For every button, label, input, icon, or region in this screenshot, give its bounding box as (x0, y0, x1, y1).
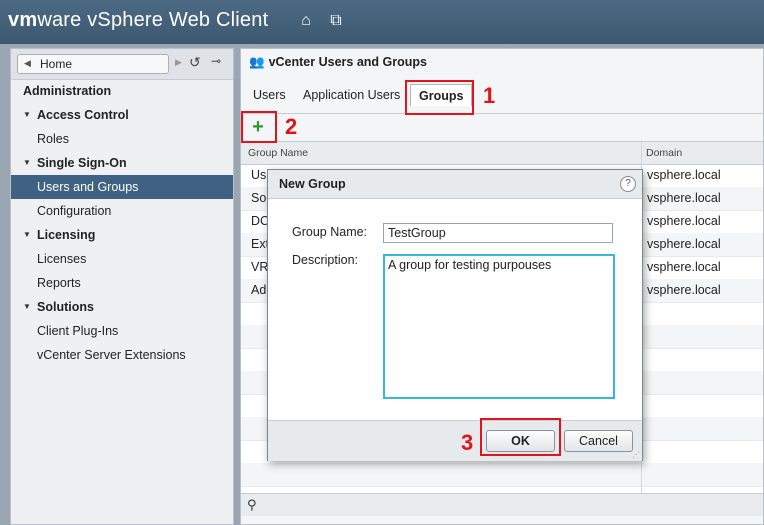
tab-application-users[interactable]: Application Users (303, 88, 400, 102)
windows-icon[interactable]: ⧉ (326, 11, 346, 31)
nav-item-configuration[interactable]: Configuration (11, 199, 233, 223)
users-icon: 👥 (249, 55, 265, 69)
group-name-cell: Us (251, 168, 267, 182)
home-nav-button[interactable]: ◀ Home (17, 54, 169, 74)
nav-label: Configuration (37, 204, 112, 218)
help-icon[interactable]: ? (620, 176, 636, 192)
tab-bar: Users Application Users Groups (241, 79, 763, 114)
group-name-label: Group Name: (292, 225, 368, 239)
home-nav-label: Home (40, 57, 73, 71)
callout-box-ok-button (480, 418, 561, 456)
nav-item-vcenter-server-extensions[interactable]: vCenter Server Extensions (11, 343, 233, 367)
expand-triangle-icon[interactable]: ▼ (23, 103, 31, 127)
description-field[interactable]: A group for testing purpouses (383, 254, 615, 399)
nav-label: vCenter Server Extensions (37, 348, 186, 362)
callout-number-1: 1 (483, 83, 496, 108)
tab-users[interactable]: Users (253, 88, 286, 102)
new-group-dialog: New Group ? Group Name: TestGroup Descri… (267, 169, 643, 461)
binoculars-icon[interactable]: ⚲ (247, 497, 257, 513)
callout-number-2: 2 (285, 114, 298, 139)
nav-group-access-control[interactable]: ▼ Access Control (11, 103, 233, 127)
empty-table-row (241, 463, 763, 487)
domain-cell: vsphere.local (647, 237, 721, 251)
nav-label: Roles (37, 132, 69, 146)
cancel-button[interactable]: Cancel (564, 430, 633, 452)
app-logo: vmware vSphere Web Client (8, 9, 269, 31)
description-label: Description: (292, 253, 358, 267)
column-header-domain[interactable]: Domain (646, 147, 682, 159)
nav-item-client-plug-ins[interactable]: Client Plug-Ins (11, 319, 233, 343)
domain-cell: vsphere.local (647, 168, 721, 182)
table-footer: ⚲ (241, 493, 763, 516)
group-name-cell: VR (251, 260, 269, 274)
nav-item-reports[interactable]: Reports (11, 271, 233, 295)
nav-label: Access Control (37, 108, 129, 122)
back-arrow-icon: ◀ (24, 58, 31, 68)
nav-label: Client Plug-Ins (37, 324, 119, 338)
nav-group-solutions[interactable]: ▼ Solutions (11, 295, 233, 319)
dialog-footer: OK Cancel ⋰ (268, 420, 642, 461)
groups-toolbar: + (241, 113, 763, 141)
callout-box-add-button (241, 111, 277, 143)
nav-label: Licensing (37, 228, 96, 242)
nav-label: Users and Groups (37, 180, 139, 194)
nav-label: Licenses (37, 252, 87, 266)
dialog-titlebar: New Group ? (268, 170, 642, 199)
expand-triangle-icon[interactable]: ▼ (23, 295, 31, 319)
nav-label: Administration (23, 84, 112, 98)
forward-arrow-icon[interactable]: ▶ (175, 57, 182, 68)
domain-cell: vsphere.local (647, 214, 721, 228)
top-header: vmware vSphere Web Client ⌂ ⧉ (0, 0, 764, 44)
domain-cell: vsphere.local (647, 260, 721, 274)
nav-label: Reports (37, 276, 81, 290)
nav-item-users-and-groups[interactable]: Users and Groups (11, 175, 233, 199)
group-name-cell: So (251, 191, 267, 205)
resize-grip-icon[interactable]: ⋰ (632, 450, 640, 459)
callout-number-3: 3 (461, 430, 474, 455)
history-icon[interactable]: ↺ (189, 54, 201, 71)
callout-box-groups-tab (405, 80, 474, 115)
pin-icon[interactable]: ⊸ (211, 54, 221, 68)
nav-section-administration: Administration (11, 79, 233, 103)
domain-cell: vsphere.local (647, 191, 721, 205)
nav-group-single-sign-on[interactable]: ▼ Single Sign-On (11, 151, 233, 175)
home-icon[interactable]: ⌂ (296, 11, 316, 31)
navigator-toolbar: ◀ Home ▶ ↺ ⊸ (11, 49, 233, 80)
expand-triangle-icon[interactable]: ▼ (23, 151, 31, 175)
page-title: 👥 vCenter Users and Groups (249, 55, 427, 69)
dialog-title: New Group (279, 177, 346, 191)
group-name-field[interactable]: TestGroup (383, 223, 613, 243)
nav-group-licensing[interactable]: ▼ Licensing (11, 223, 233, 247)
navigator-panel: ◀ Home ▶ ↺ ⊸ Administration ▼ Access Contr… (10, 48, 234, 525)
nav-label: Solutions (37, 300, 94, 314)
nav-label: Single Sign-On (37, 156, 127, 170)
domain-cell: vsphere.local (647, 283, 721, 297)
expand-triangle-icon[interactable]: ▼ (23, 223, 31, 247)
nav-item-licenses[interactable]: Licenses (11, 247, 233, 271)
nav-item-roles[interactable]: Roles (11, 127, 233, 151)
column-header-group-name[interactable]: Group Name (248, 147, 308, 159)
table-header: Group Name Domain (241, 142, 763, 165)
